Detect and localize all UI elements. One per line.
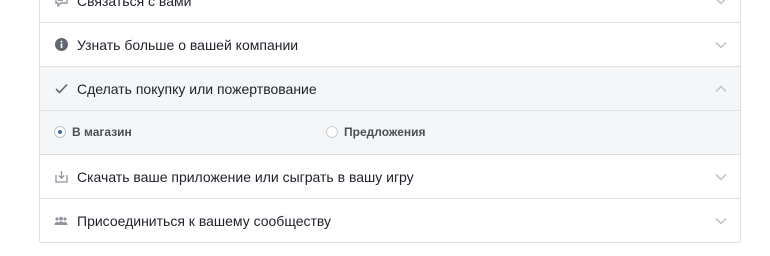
- chevron-down-icon[interactable]: [714, 0, 728, 6]
- info-icon: [54, 38, 68, 52]
- action-goal-list: Связаться с вами Узнать больше о вашей к…: [39, 0, 741, 243]
- radio-option-offers[interactable]: Предложения: [326, 124, 426, 140]
- goal-item-label: Скачать ваше приложение или сыграть в ва…: [77, 168, 414, 185]
- chevron-up-icon[interactable]: [714, 84, 728, 94]
- goal-item-download-app[interactable]: Скачать ваше приложение или сыграть в ва…: [40, 155, 740, 199]
- chevron-down-icon[interactable]: [714, 172, 728, 182]
- radio-option-store[interactable]: В магазин: [54, 124, 132, 140]
- goal-item-learn-more[interactable]: Узнать больше о вашей компании: [40, 23, 740, 67]
- goal-item-join-community[interactable]: Присоединиться к вашему сообществу: [40, 199, 740, 242]
- checkmark-icon: [54, 82, 68, 96]
- goal-item-label: Узнать больше о вашей компании: [77, 36, 299, 53]
- people-icon: [54, 214, 68, 228]
- radio-option-label: В магазин: [72, 125, 132, 139]
- radio-button[interactable]: [326, 126, 338, 138]
- goal-item-label: Сделать покупку или пожертвование: [77, 80, 317, 97]
- radio-button-selected[interactable]: [54, 126, 66, 138]
- goal-item-label: Связаться с вами: [77, 0, 192, 9]
- chat-bubble-icon: [54, 0, 68, 8]
- download-icon: [54, 170, 68, 184]
- purchase-options: В магазин Предложения: [40, 111, 740, 155]
- chevron-down-icon[interactable]: [714, 40, 728, 50]
- goal-item-label: Присоединиться к вашему сообществу: [77, 212, 332, 229]
- goal-item-purchase[interactable]: Сделать покупку или пожертвование: [40, 67, 740, 111]
- radio-option-label: Предложения: [344, 125, 426, 139]
- chevron-down-icon[interactable]: [714, 216, 728, 226]
- goal-item-contact[interactable]: Связаться с вами: [40, 0, 740, 23]
